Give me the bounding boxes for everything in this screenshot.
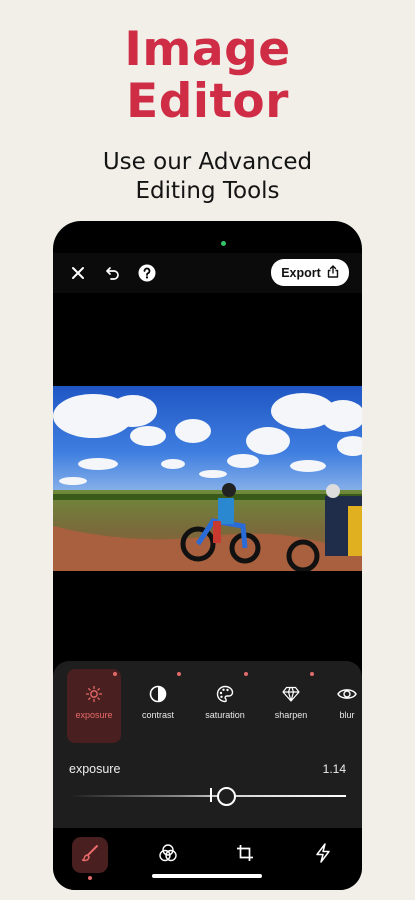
editor-topbar: Export bbox=[53, 253, 362, 293]
tool-saturation[interactable]: saturation bbox=[198, 669, 252, 743]
tool-label: saturation bbox=[205, 710, 245, 720]
crop-icon bbox=[236, 844, 254, 867]
changed-indicator bbox=[177, 672, 181, 676]
hero-subtitle: Use our Advanced Editing Tools bbox=[0, 148, 415, 206]
tool-exposure[interactable]: exposure bbox=[67, 669, 121, 743]
contrast-icon bbox=[149, 685, 167, 703]
active-tab-indicator bbox=[88, 876, 92, 880]
exposure-slider-thumb[interactable] bbox=[217, 787, 237, 806]
adjustment-label: exposure bbox=[69, 762, 121, 776]
undo-icon[interactable] bbox=[101, 261, 125, 285]
bottom-toolbar bbox=[53, 828, 362, 890]
tool-label: contrast bbox=[141, 710, 174, 720]
diamond-icon bbox=[282, 685, 300, 703]
help-icon[interactable] bbox=[135, 261, 159, 285]
home-indicator bbox=[152, 874, 262, 878]
edited-photo bbox=[53, 386, 362, 571]
changed-indicator bbox=[244, 672, 248, 676]
share-icon bbox=[327, 264, 339, 281]
phone-mockup: Export exposure contrast saturation shar… bbox=[53, 221, 362, 890]
adjustment-value: 1.14 bbox=[322, 762, 346, 776]
tool-sharpen[interactable]: sharpen bbox=[264, 669, 318, 743]
tool-contrast[interactable]: contrast bbox=[131, 669, 185, 743]
export-label: Export bbox=[281, 265, 321, 280]
camera-indicator bbox=[221, 241, 226, 246]
eye-icon bbox=[337, 685, 357, 703]
export-button[interactable]: Export bbox=[271, 259, 349, 286]
hero-title-line2: Editor bbox=[126, 74, 289, 129]
brush-tab[interactable] bbox=[72, 837, 108, 873]
changed-indicator bbox=[113, 672, 117, 676]
exposure-slider-track[interactable] bbox=[69, 795, 346, 797]
crop-tab[interactable] bbox=[227, 837, 263, 873]
slider-center-tick bbox=[210, 788, 212, 802]
flash-tab[interactable] bbox=[305, 837, 341, 873]
tool-label: blur bbox=[339, 710, 355, 720]
hero-title-line1: Image bbox=[124, 22, 291, 77]
sun-icon bbox=[85, 685, 103, 703]
filters-icon bbox=[158, 843, 178, 868]
image-canvas[interactable] bbox=[53, 293, 362, 707]
hero-title: Image Editor bbox=[0, 24, 415, 128]
tool-label: exposure bbox=[75, 710, 113, 720]
tool-label: sharpen bbox=[274, 710, 308, 720]
filters-tab[interactable] bbox=[150, 837, 186, 873]
palette-icon bbox=[216, 685, 234, 703]
brush-icon bbox=[81, 844, 99, 867]
tool-blur[interactable]: blur bbox=[320, 669, 362, 743]
hero-subtitle-line2: Editing Tools bbox=[135, 178, 280, 204]
hero-subtitle-line1: Use our Advanced bbox=[102, 149, 313, 175]
flash-icon bbox=[315, 842, 331, 868]
adjustments-panel: exposure contrast saturation sharpen blu… bbox=[53, 661, 362, 828]
changed-indicator bbox=[310, 672, 314, 676]
close-icon[interactable] bbox=[66, 261, 90, 285]
